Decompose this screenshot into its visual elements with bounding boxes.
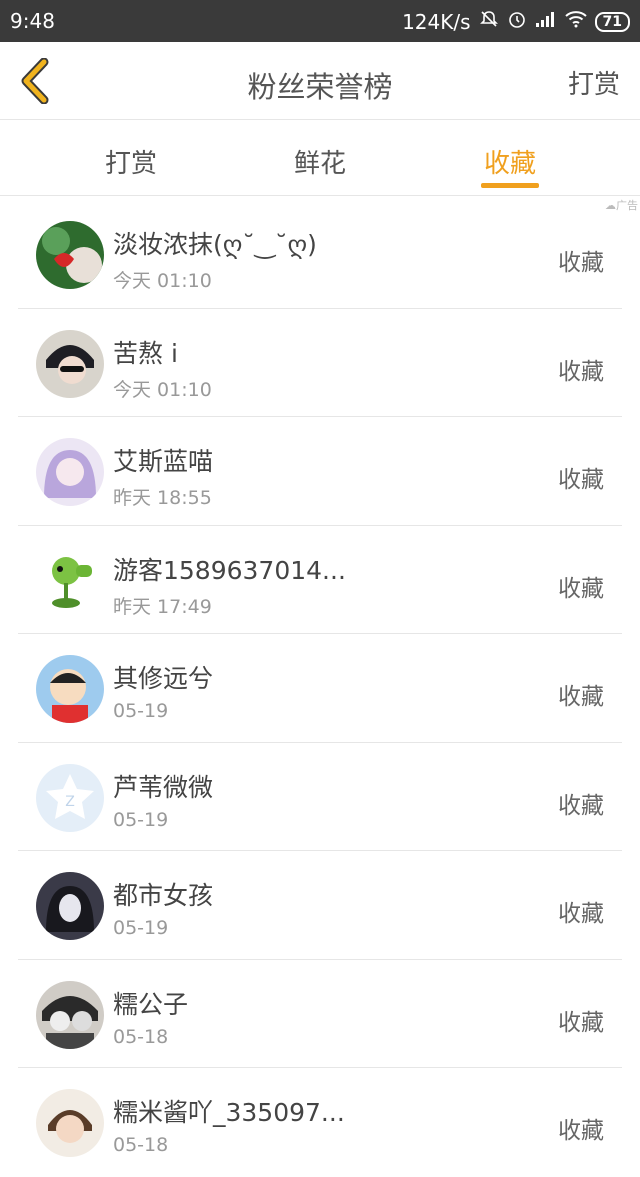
timestamp: 05-19 [113,808,169,831]
timestamp: 昨天 17:49 [113,595,212,618]
list-item[interactable]: 苦熬 i 今天 01:10 收藏 [0,309,640,417]
user-name: 淡妆浓抹(ღ˘‿˘ღ) [113,230,317,259]
mute-icon [479,9,499,34]
tab-flowers[interactable]: 鲜花 [265,143,375,180]
timestamp: 05-18 [113,1134,169,1156]
list-item[interactable]: 淡妆浓抹(ღ˘‿˘ღ) 今天 01:10 收藏 [0,200,640,309]
user-name: 苦熬 i [113,338,178,368]
avatar[interactable] [36,546,104,615]
user-name: 其修远兮 [113,664,214,693]
user-name: 糯米酱吖_335097... [113,1098,345,1127]
user-name: 艾斯蓝喵 [113,447,214,476]
avatar[interactable] [36,655,104,723]
wifi-icon [564,10,587,33]
avatar[interactable] [36,438,104,506]
active-tab-indicator [481,183,539,188]
action-label: 收藏 [558,1118,604,1144]
signal-icon [535,10,557,33]
list-item[interactable]: 都市女孩 05-19 收藏 [0,851,640,960]
action-label: 收藏 [558,467,604,493]
avatar[interactable]: Z [36,763,104,832]
action-label: 收藏 [558,684,604,710]
timestamp: 05-19 [113,917,169,939]
user-name: 都市女孩 [113,881,214,910]
action-label: 收藏 [558,358,604,385]
tab-favorites[interactable]: 收藏 [455,143,565,180]
list-item[interactable]: 糯米酱吖_335097... 05-18 收藏 [0,1068,640,1177]
page-title: 粉丝荣誉榜 [247,70,393,104]
timestamp: 05-19 [113,700,169,722]
user-name: 糯公子 [113,989,189,1019]
reward-button[interactable]: 打赏 [568,64,620,101]
alarm-icon [507,9,527,34]
avatar[interactable] [36,980,104,1049]
timestamp: 昨天 18:55 [113,487,212,509]
list-item[interactable]: 其修远兮 05-19 收藏 [0,634,640,743]
avatar[interactable] [36,872,104,940]
user-name: 游客1589637014... [113,555,346,585]
action-label: 收藏 [558,1009,604,1036]
action-label: 收藏 [558,792,604,819]
user-name: 芦苇微微 [113,772,214,802]
action-label: 收藏 [558,250,604,276]
tab-reward[interactable]: 打赏 [76,143,186,180]
list-item[interactable]: 游客1589637014... 昨天 17:49 收藏 [0,526,640,634]
action-label: 收藏 [558,901,604,927]
list-item[interactable]: 艾斯蓝喵 昨天 18:55 收藏 [0,417,640,526]
avatar[interactable] [36,1089,104,1157]
avatar[interactable] [36,221,104,289]
list-item[interactable]: 糯公子 05-18 收藏 [0,960,640,1068]
header: 粉丝荣誉榜 打赏 [0,42,640,120]
network-speed: 124K/s [402,9,471,34]
list-item[interactable]: Z 芦苇微微 05-19 收藏 [0,743,640,851]
timestamp: 今天 01:10 [113,270,212,292]
timestamp: 今天 01:10 [113,378,212,401]
tab-bar: 打赏 鲜花 收藏 [0,121,640,196]
fan-list: 淡妆浓抹(ღ˘‿˘ღ) 今天 01:10 收藏 苦熬 i 今天 01:10 收藏… [0,200,640,1177]
svg-text:Z: Z [65,794,75,810]
avatar[interactable] [36,329,104,398]
action-label: 收藏 [558,575,604,602]
status-icons: 124K/s 71 [402,9,630,34]
timestamp: 05-18 [113,1025,169,1048]
status-bar: 9:48 124K/s 71 [0,0,640,42]
battery-icon: 71 [594,11,630,32]
status-time: 9:48 [10,9,55,33]
